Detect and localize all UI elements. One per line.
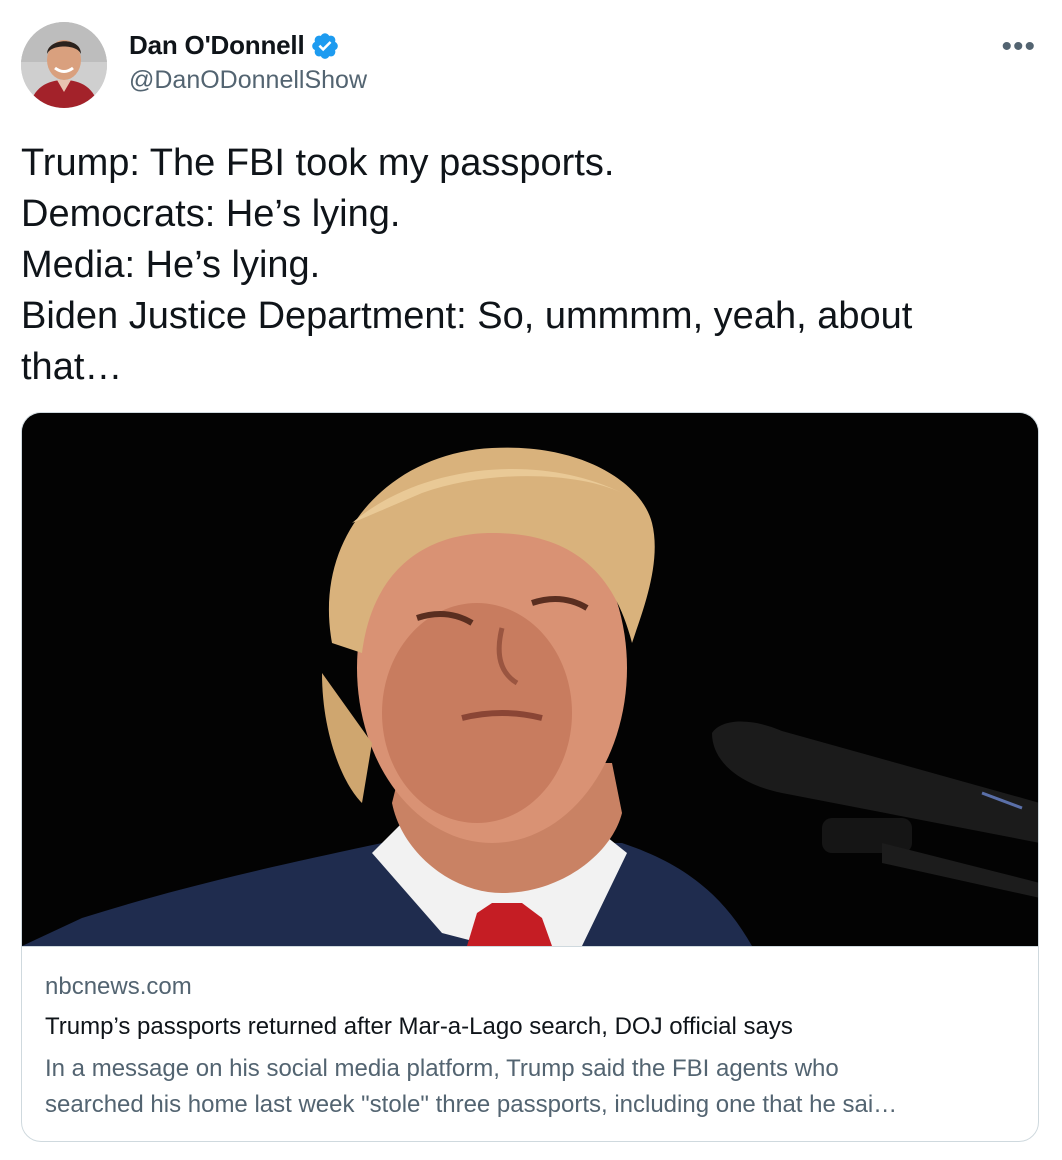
card-domain: nbcnews.com — [45, 973, 192, 1000]
card-description-line: searched his home last week "stole" thre… — [45, 1091, 898, 1118]
card-photo — [22, 413, 1038, 946]
more-options-icon[interactable]: ••• — [1001, 30, 1036, 64]
tweet-line: that… — [21, 346, 123, 388]
card-description: In a message on his social media platfor… — [45, 1051, 1010, 1123]
author-handle[interactable]: @DanODonnellShow — [129, 66, 367, 95]
tweet: Dan O'Donnell @DanODonnellShow ••• Trump… — [0, 0, 1062, 1160]
tweet-line: Trump: The FBI took my passports. — [21, 142, 615, 184]
tweet-text: Trump: The FBI took my passports. Democr… — [21, 138, 1031, 393]
avatar-image — [21, 22, 107, 108]
card-headline: Trump’s passports returned after Mar-a-L… — [45, 1013, 793, 1040]
tweet-line: Democrats: He’s lying. — [21, 193, 401, 235]
author-avatar[interactable] — [21, 22, 107, 108]
verified-badge-icon — [312, 32, 339, 59]
author-name[interactable]: Dan O'Donnell — [129, 30, 305, 61]
card-description-line: In a message on his social media platfor… — [45, 1055, 839, 1082]
link-card[interactable]: nbcnews.com Trump’s passports returned a… — [21, 412, 1039, 1142]
card-image[interactable] — [22, 413, 1038, 947]
tweet-line: Biden Justice Department: So, ummmm, yea… — [21, 295, 913, 337]
author-name-row[interactable]: Dan O'Donnell — [129, 30, 340, 61]
tweet-line: Media: He’s lying. — [21, 244, 321, 286]
